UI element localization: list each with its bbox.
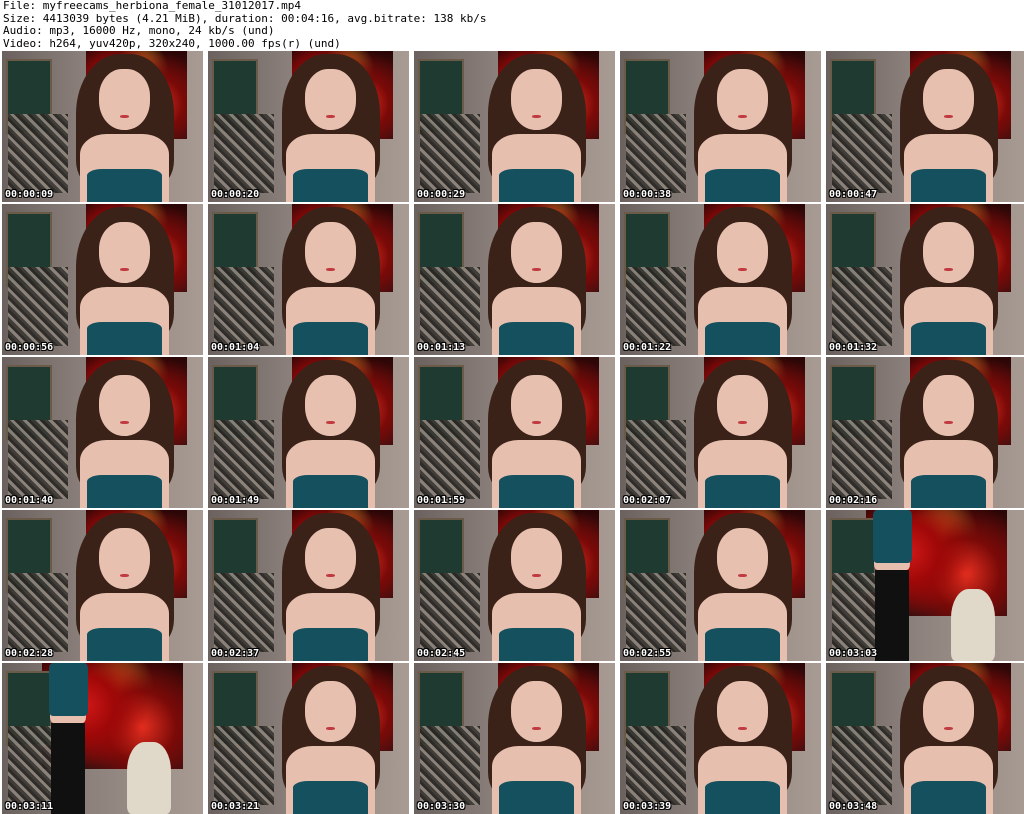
video-thumbnail[interactable]: 00:01:32	[826, 204, 1024, 355]
thumbnail-timestamp: 00:00:20	[211, 189, 260, 200]
video-info-line: Video: h264, yuv420p, 320x240, 1000.00 f…	[3, 36, 341, 50]
thumbnail-timestamp: 00:01:22	[623, 342, 672, 353]
video-thumbnail[interactable]: 00:02:37	[208, 510, 409, 661]
thumbnail-frame-image	[826, 663, 1024, 814]
thumbnail-timestamp: 00:03:21	[211, 801, 260, 812]
video-thumbnail[interactable]: 00:01:49	[208, 357, 409, 508]
thumbnail-timestamp: 00:02:45	[417, 648, 466, 659]
thumbnail-frame-image	[2, 357, 203, 508]
thumbnail-timestamp: 00:01:13	[417, 342, 466, 353]
video-thumbnail[interactable]: 00:01:22	[620, 204, 821, 355]
thumbnail-frame-image	[208, 663, 409, 814]
video-thumbnail[interactable]: 00:02:07	[620, 357, 821, 508]
thumbnail-frame-image	[2, 204, 203, 355]
thumbnail-frame-image	[620, 510, 821, 661]
thumbnail-frame-image	[2, 51, 203, 202]
thumbnail-frame-image	[620, 357, 821, 508]
video-thumbnail[interactable]: 00:01:13	[414, 204, 615, 355]
video-thumbnail[interactable]: 00:00:09	[2, 51, 203, 202]
video-thumbnail[interactable]: 00:03:39	[620, 663, 821, 814]
video-thumbnail[interactable]: 00:00:20	[208, 51, 409, 202]
video-thumbnail[interactable]: 00:01:40	[2, 357, 203, 508]
thumbnail-frame-image	[620, 663, 821, 814]
thumbnail-frame-image	[414, 204, 615, 355]
video-thumbnail[interactable]: 00:00:29	[414, 51, 615, 202]
thumbnail-timestamp: 00:01:32	[829, 342, 878, 353]
file-name-line: File: myfreecams_herbiona_female_3101201…	[3, 0, 302, 12]
thumbnail-frame-image	[826, 357, 1024, 508]
thumbnail-frame-image	[414, 51, 615, 202]
thumbnail-timestamp: 00:00:38	[623, 189, 672, 200]
video-thumbnail[interactable]: 00:03:48	[826, 663, 1024, 814]
video-thumbnail[interactable]: 00:02:16	[826, 357, 1024, 508]
thumbnail-timestamp: 00:01:40	[5, 495, 54, 506]
thumbnail-frame-image	[2, 663, 203, 814]
thumbnail-timestamp: 00:01:59	[417, 495, 466, 506]
thumbnail-timestamp: 00:02:55	[623, 648, 672, 659]
thumbnail-timestamp: 00:03:39	[623, 801, 672, 812]
thumbnail-timestamp: 00:02:28	[5, 648, 54, 659]
video-thumbnail[interactable]: 00:01:04	[208, 204, 409, 355]
thumbnail-grid: 00:00:09 00:00:20 00:00:29 00:00:38 00:00:47…	[0, 51, 1024, 814]
thumbnail-frame-image	[826, 51, 1024, 202]
thumbnail-frame-image	[208, 204, 409, 355]
thumbnail-frame-image	[620, 51, 821, 202]
thumbnail-timestamp: 00:02:37	[211, 648, 260, 659]
video-thumbnail[interactable]: 00:03:21	[208, 663, 409, 814]
audio-info-line: Audio: mp3, 16000 Hz, mono, 24 kb/s (und…	[3, 24, 275, 37]
thumbnail-frame-image	[414, 357, 615, 508]
thumbnail-timestamp: 00:03:48	[829, 801, 878, 812]
thumbnail-timestamp: 00:00:56	[5, 342, 54, 353]
thumbnail-timestamp: 00:03:03	[829, 648, 878, 659]
thumbnail-timestamp: 00:01:49	[211, 495, 260, 506]
video-thumbnail[interactable]: 00:00:38	[620, 51, 821, 202]
thumbnail-frame-image	[620, 204, 821, 355]
thumbnail-timestamp: 00:01:04	[211, 342, 260, 353]
thumbnail-frame-image	[414, 510, 615, 661]
thumbnail-frame-image	[208, 510, 409, 661]
thumbnail-frame-image	[2, 510, 203, 661]
video-thumbnail[interactable]: 00:03:11	[2, 663, 203, 814]
thumbnail-frame-image	[208, 357, 409, 508]
thumbnail-frame-image	[826, 510, 1024, 661]
video-thumbnail[interactable]: 00:01:59	[414, 357, 615, 508]
thumbnail-timestamp: 00:02:07	[623, 495, 672, 506]
video-thumbnail[interactable]: 00:02:45	[414, 510, 615, 661]
thumbnail-timestamp: 00:00:29	[417, 189, 466, 200]
thumbnail-frame-image	[826, 204, 1024, 355]
video-thumbnail[interactable]: 00:02:28	[2, 510, 203, 661]
thumbnail-timestamp: 00:00:09	[5, 189, 54, 200]
thumbnail-timestamp: 00:00:47	[829, 189, 878, 200]
thumbnail-timestamp: 00:02:16	[829, 495, 878, 506]
video-thumbnail[interactable]: 00:00:56	[2, 204, 203, 355]
video-thumbnail[interactable]: 00:02:55	[620, 510, 821, 661]
file-info-header: File: myfreecams_herbiona_female_3101201…	[3, 0, 1018, 50]
video-thumbnail[interactable]: 00:00:47	[826, 51, 1024, 202]
video-thumbnail[interactable]: 00:03:30	[414, 663, 615, 814]
video-thumbnail[interactable]: 00:03:03	[826, 510, 1024, 661]
thumbnail-frame-image	[208, 51, 409, 202]
thumbnail-timestamp: 00:03:30	[417, 801, 466, 812]
thumbnail-timestamp: 00:03:11	[5, 801, 54, 812]
thumbnail-frame-image	[414, 663, 615, 814]
